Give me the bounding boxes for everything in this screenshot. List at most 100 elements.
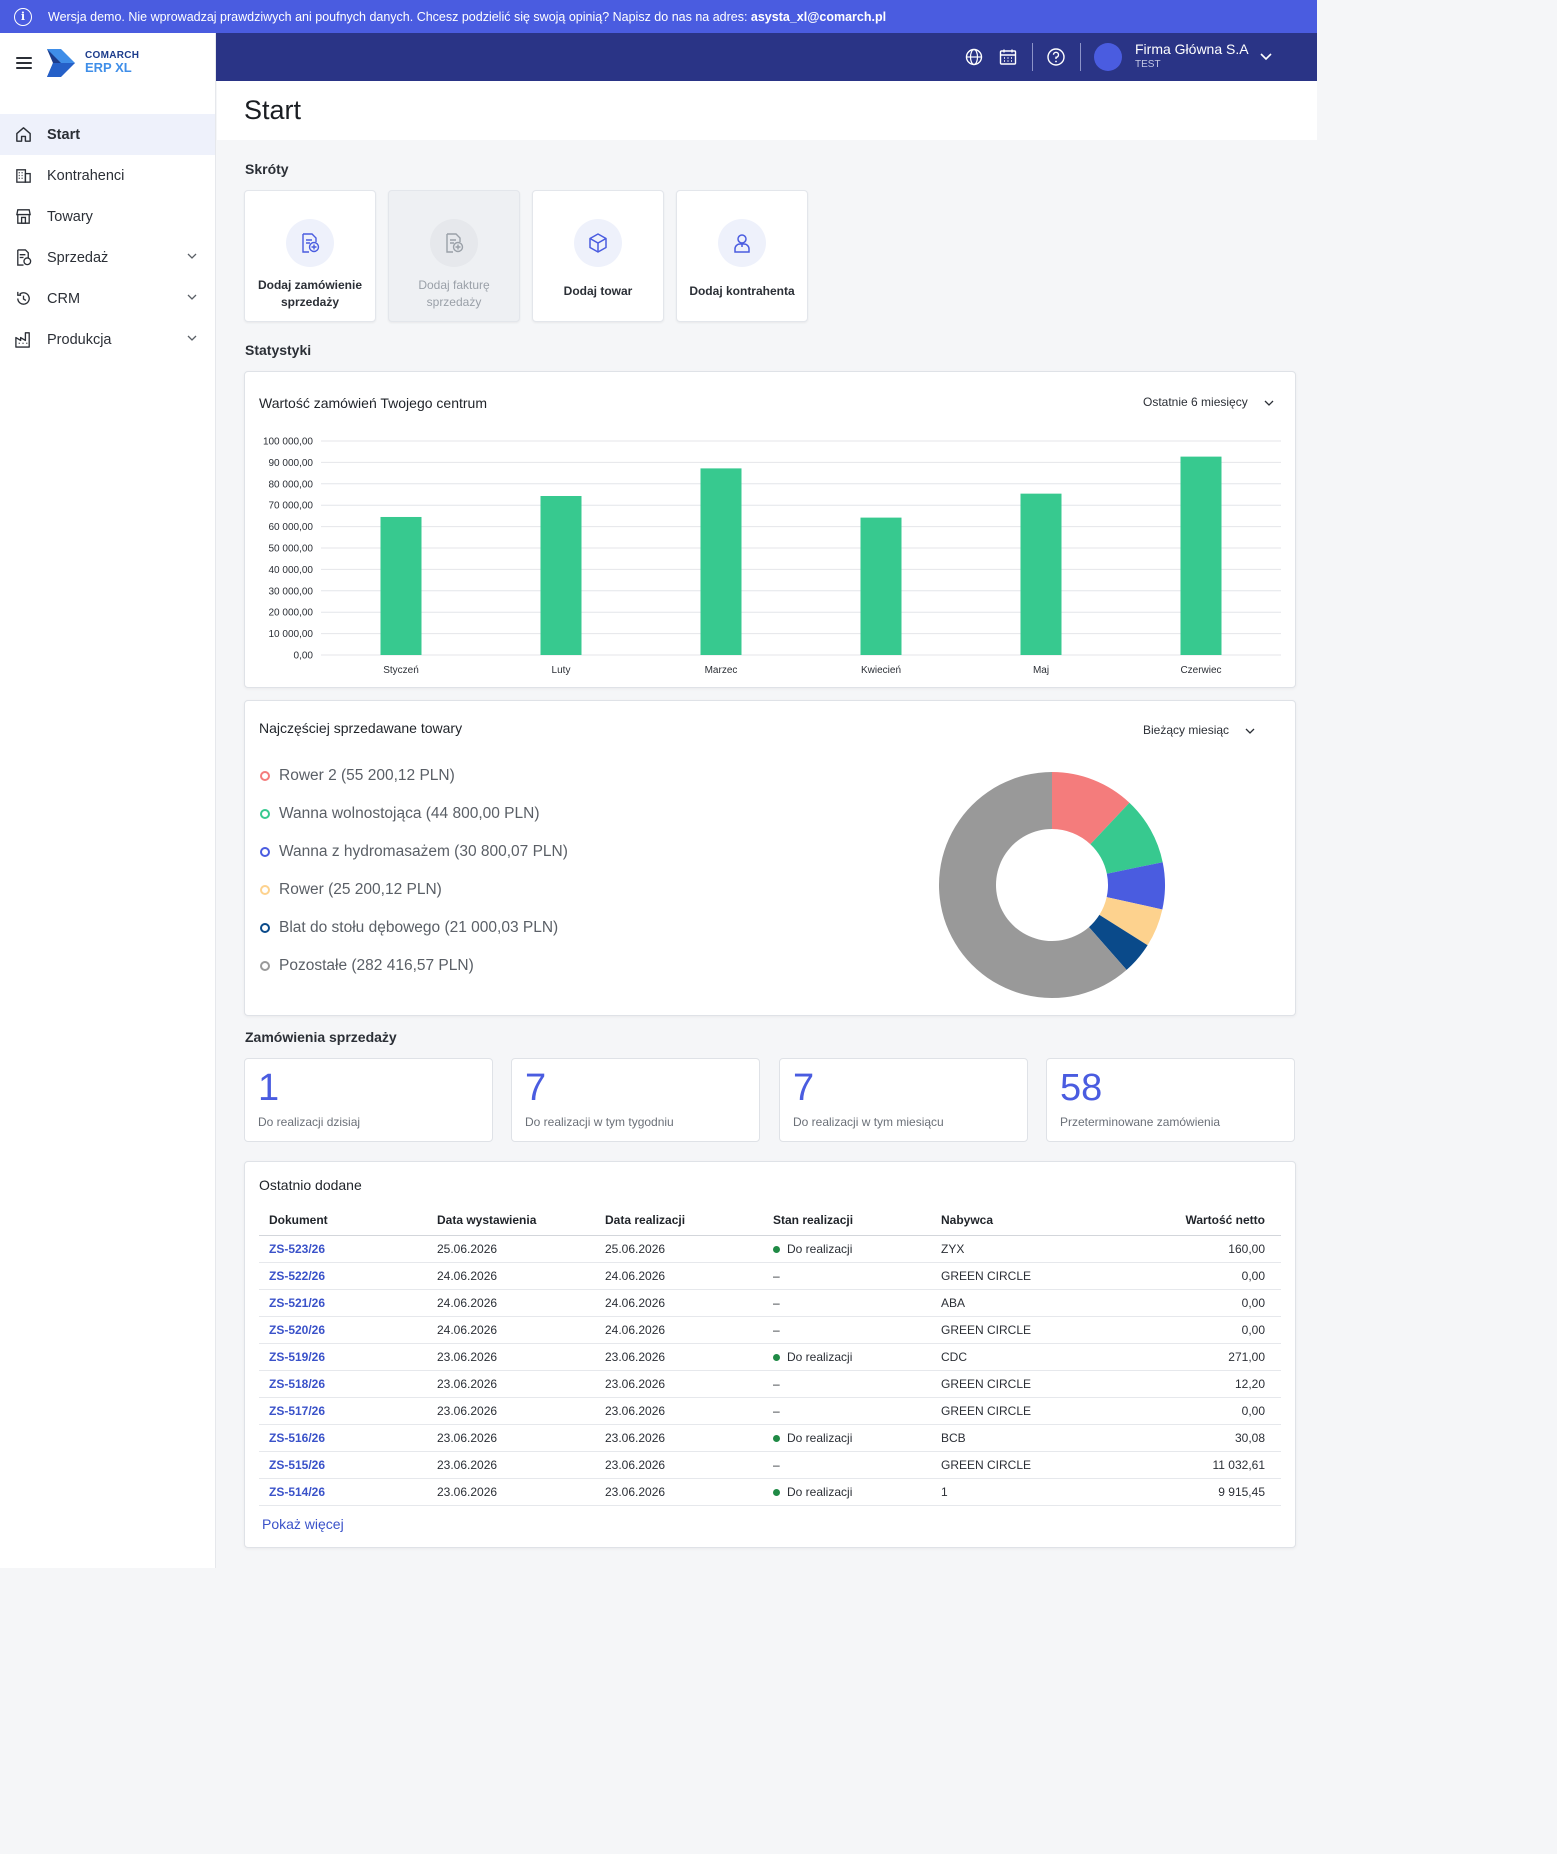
net-value: 160,00 xyxy=(1099,1235,1281,1263)
nav-item-kontrahenci[interactable]: Kontrahenci xyxy=(0,155,215,196)
feedback-email[interactable]: asysta_xl@comarch.pl xyxy=(751,10,886,24)
table-row[interactable]: ZS-521/26 24.06.2026 24.06.2026– ABA 0,00 xyxy=(259,1289,1281,1317)
document-link[interactable]: ZS-520/26 xyxy=(259,1316,427,1344)
y-tick-label: 60 000,00 xyxy=(269,522,314,533)
period-dropdown[interactable]: Bieżący miesiąc xyxy=(1143,723,1256,737)
bar[interactable] xyxy=(540,495,582,655)
due-date: 23.06.2026 xyxy=(595,1424,763,1452)
nav-label: CRM xyxy=(47,290,81,307)
card-title: Wartość zamówień Twojego centrum xyxy=(259,395,487,411)
kpi-overdue[interactable]: 58 Przeterminowane zamówienia xyxy=(1046,1058,1295,1142)
kpi-this-week[interactable]: 7 Do realizacji w tym tygodniu xyxy=(511,1058,760,1142)
orders-value-chart-card: Wartość zamówień Twojego centrum Ostatni… xyxy=(244,371,1296,688)
nav-item-start[interactable]: Start xyxy=(0,114,215,155)
kpi-this-month[interactable]: 7 Do realizacji w tym miesiącu xyxy=(779,1058,1028,1142)
document-link[interactable]: ZS-517/26 xyxy=(259,1397,427,1425)
status-text: – xyxy=(773,1376,780,1391)
net-value: 0,00 xyxy=(1099,1316,1281,1344)
document-link[interactable]: ZS-518/26 xyxy=(259,1370,427,1398)
legend-item[interactable]: Blat do stołu dębowego (21 000,03 PLN) xyxy=(260,919,558,937)
table-row[interactable]: ZS-517/26 23.06.2026 23.06.2026– GREEN CIRC… xyxy=(259,1397,1281,1425)
table-row[interactable]: ZS-523/26 25.06.2026 25.06.2026 Do realizac… xyxy=(259,1235,1281,1263)
document-link[interactable]: ZS-523/26 xyxy=(259,1235,427,1263)
kpi-value: 58 xyxy=(1060,1067,1103,1109)
column-header[interactable]: Data realizacji xyxy=(595,1206,763,1236)
table-row[interactable]: ZS-522/26 24.06.2026 24.06.2026– GREEN CIRC… xyxy=(259,1262,1281,1290)
legend-item[interactable]: Pozostałe (282 416,57 PLN) xyxy=(260,957,474,975)
issue-date: 24.06.2026 xyxy=(427,1316,595,1344)
buyer: ABA xyxy=(931,1289,1099,1317)
column-header[interactable]: Data wystawienia xyxy=(427,1206,595,1236)
document-link[interactable]: ZS-519/26 xyxy=(259,1343,427,1371)
column-header[interactable]: Wartość netto xyxy=(1099,1206,1281,1236)
issue-date: 25.06.2026 xyxy=(427,1235,595,1263)
menu-icon[interactable] xyxy=(16,57,32,69)
shortcut-label: Dodaj zamówienie sprzedaży xyxy=(257,278,363,309)
document-link[interactable]: ZS-514/26 xyxy=(259,1478,427,1506)
add-product-shortcut[interactable]: Dodaj towar xyxy=(532,190,664,322)
period-dropdown[interactable]: Ostatnie 6 miesięcy xyxy=(1143,395,1275,409)
brand: COMARCH ERP XL xyxy=(0,33,215,93)
status-cell: Do realizacji xyxy=(763,1424,931,1452)
nav-item-crm[interactable]: CRM xyxy=(0,278,215,319)
show-more-link[interactable]: Pokaż więcej xyxy=(262,1516,344,1532)
document-link[interactable]: ZS-516/26 xyxy=(259,1424,427,1452)
due-date: 24.06.2026 xyxy=(595,1316,763,1344)
avatar[interactable] xyxy=(1094,43,1122,71)
buyer: GREEN CIRCLE xyxy=(931,1397,1099,1425)
legend-label: Wanna wolnostojąca (44 800,00 PLN) xyxy=(279,805,540,822)
bar[interactable] xyxy=(1180,456,1222,655)
shortcut-label: Dodaj kontrahenta xyxy=(689,284,795,298)
bar[interactable] xyxy=(380,516,422,655)
nav-item-towary[interactable]: Towary xyxy=(0,196,215,237)
card-title: Ostatnio dodane xyxy=(259,1177,362,1193)
kpi-value: 7 xyxy=(525,1067,547,1109)
status-cell: – xyxy=(763,1397,931,1425)
issue-date: 23.06.2026 xyxy=(427,1397,595,1425)
calendar-icon[interactable] xyxy=(998,47,1018,67)
document-link[interactable]: ZS-521/26 xyxy=(259,1289,427,1317)
add-contractor-shortcut[interactable]: Dodaj kontrahenta xyxy=(676,190,808,322)
legend-item[interactable]: Wanna z hydromasażem (30 800,07 PLN) xyxy=(260,843,568,861)
table-row[interactable]: ZS-516/26 23.06.2026 23.06.2026 Do realizac… xyxy=(259,1424,1281,1452)
nav-label: Produkcja xyxy=(47,331,112,348)
help-icon[interactable] xyxy=(1046,47,1066,67)
table-row[interactable]: ZS-514/26 23.06.2026 23.06.2026 Do realizac… xyxy=(259,1478,1281,1506)
column-header[interactable]: Stan realizacji xyxy=(763,1206,931,1236)
column-header[interactable]: Dokument xyxy=(259,1206,427,1236)
nav-label: Kontrahenci xyxy=(47,167,125,184)
net-value: 0,00 xyxy=(1099,1397,1281,1425)
brand-name: COMARCH ERP XL xyxy=(85,49,140,76)
table-row[interactable]: ZS-520/26 24.06.2026 24.06.2026– GREEN CIRC… xyxy=(259,1316,1281,1344)
kpi-caption: Do realizacji w tym miesiącu xyxy=(793,1115,944,1129)
table-row[interactable]: ZS-515/26 23.06.2026 23.06.2026– GREEN CIRC… xyxy=(259,1451,1281,1479)
legend-dot-icon xyxy=(260,923,270,933)
chevron-down-icon[interactable] xyxy=(1259,51,1273,63)
legend-item[interactable]: Rower 2 (55 200,12 PLN) xyxy=(260,767,455,785)
legend-item[interactable]: Wanna wolnostojąca (44 800,00 PLN) xyxy=(260,805,540,823)
y-tick-label: 20 000,00 xyxy=(269,608,314,619)
document-link[interactable]: ZS-515/26 xyxy=(259,1451,427,1479)
column-header[interactable]: Nabywca xyxy=(931,1206,1099,1236)
bar[interactable] xyxy=(1020,493,1062,655)
bar[interactable] xyxy=(700,468,742,655)
bar[interactable] xyxy=(860,517,902,655)
net-value: 271,00 xyxy=(1099,1343,1281,1371)
globe-icon[interactable] xyxy=(964,47,984,67)
statistics-heading: Statystyki xyxy=(245,342,312,358)
table-row[interactable]: ZS-518/26 23.06.2026 23.06.2026– GREEN CIRC… xyxy=(259,1370,1281,1398)
nav-item-produkcja[interactable]: Produkcja xyxy=(0,319,215,360)
kpi-caption: Przeterminowane zamówienia xyxy=(1060,1115,1221,1129)
company-selector[interactable]: Firma Główna S.A TEST xyxy=(1135,41,1249,70)
add-sales-order-shortcut[interactable]: Dodaj zamówienie sprzedaży xyxy=(244,190,376,322)
status-cell: – xyxy=(763,1316,931,1344)
net-value: 30,08 xyxy=(1099,1424,1281,1452)
kpi-today[interactable]: 1 Do realizacji dzisiaj xyxy=(244,1058,493,1142)
table-row[interactable]: ZS-519/26 23.06.2026 23.06.2026 Do realizac… xyxy=(259,1343,1281,1371)
net-value: 9 915,45 xyxy=(1099,1478,1281,1506)
page-header: Start xyxy=(217,81,1317,140)
chevron-down-icon xyxy=(187,253,197,259)
document-link[interactable]: ZS-522/26 xyxy=(259,1262,427,1290)
legend-item[interactable]: Rower (25 200,12 PLN) xyxy=(260,881,442,899)
nav-item-sprzedaz[interactable]: Sprzedaż xyxy=(0,237,215,278)
